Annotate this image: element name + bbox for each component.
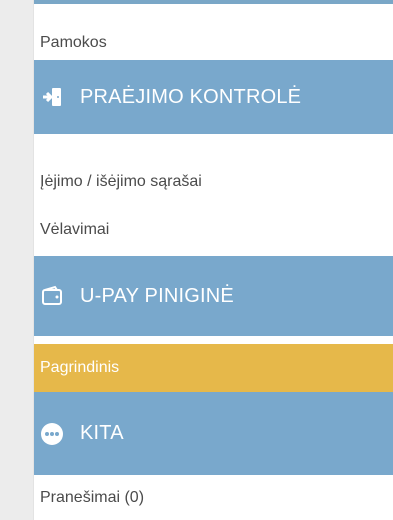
sidebar-item-pamokos[interactable]: Pamokos xyxy=(34,25,393,60)
sidebar-item-notifications[interactable]: Pranešimai (0) xyxy=(34,482,393,514)
section-header-access-control[interactable]: PRAĖJIMO KONTROLĖ xyxy=(34,60,393,134)
sidebar-item-label: Pranešimai (0) xyxy=(40,489,145,506)
sidebar-item-pagrindinis[interactable]: Pagrindinis xyxy=(34,344,393,392)
sidebar-item-entry-exit-lists[interactable]: Įėjimo / išėjimo sąrašai xyxy=(34,160,393,204)
section-header-upay-wallet[interactable]: U-PAY PINIGINĖ xyxy=(34,256,393,336)
app-frame: Pamokos PRAĖJIMO KONTROLĖ Įėjimo / išėji… xyxy=(0,0,393,520)
section-header-label: U-PAY PINIGINĖ xyxy=(80,284,234,307)
wallet-icon xyxy=(40,284,64,308)
sidebar-item-label: Pagrindinis xyxy=(40,359,120,376)
section-header-label: KITA xyxy=(80,422,124,444)
sidebar-item-label: Vėlavimai xyxy=(40,221,110,238)
sidebar-item-label: Pamokos xyxy=(40,33,107,51)
sidebar-item-lateness[interactable]: Vėlavimai xyxy=(34,208,393,252)
sidebar-panel: Pamokos PRAĖJIMO KONTROLĖ Įėjimo / išėji… xyxy=(33,0,393,520)
section-header-label: PRAĖJIMO KONTROLĖ xyxy=(80,85,302,108)
more-dots-icon xyxy=(40,422,64,446)
top-accent-bar xyxy=(34,0,393,4)
section-header-other[interactable]: KITA xyxy=(34,392,393,475)
sidebar-item-label: Įėjimo / išėjimo sąrašai xyxy=(40,173,202,190)
door-exit-icon xyxy=(40,85,64,109)
